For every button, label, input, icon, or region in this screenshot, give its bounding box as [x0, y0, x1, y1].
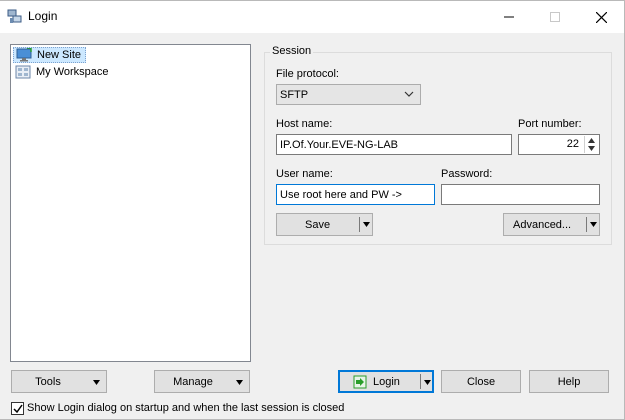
file-protocol-select[interactable]: SFTP: [276, 84, 421, 105]
minimize-button[interactable]: [486, 1, 532, 33]
maximize-button: [532, 1, 578, 33]
site-tree[interactable]: New Site My Workspace: [10, 44, 251, 362]
session-group-title: Session: [270, 45, 314, 57]
host-name-label: Host name:: [276, 118, 333, 130]
window-title: Login: [28, 9, 58, 23]
tree-item-label: My Workspace: [36, 66, 109, 78]
help-button[interactable]: Help: [529, 370, 609, 393]
tree-item-my-workspace[interactable]: My Workspace: [13, 64, 113, 80]
show-login-checkbox-label[interactable]: Show Login dialog on startup and when th…: [27, 402, 344, 414]
login-button[interactable]: Login: [338, 370, 434, 393]
login-dropdown-icon[interactable]: [423, 378, 432, 387]
save-button[interactable]: Save: [276, 213, 373, 236]
manage-dropdown-icon: [236, 380, 243, 385]
manage-button[interactable]: Manage: [154, 370, 250, 393]
title-bar[interactable]: Login: [0, 1, 624, 33]
password-label: Password:: [441, 168, 493, 180]
advanced-button-label: Advanced...: [513, 218, 572, 231]
monitor-icon: [16, 48, 32, 62]
checkmark-icon: [12, 404, 23, 413]
minimize-icon: [504, 16, 514, 18]
port-spinner[interactable]: [584, 136, 598, 153]
maximize-icon: [550, 12, 560, 22]
host-name-input[interactable]: IP.Of.Your.EVE-NG-LAB: [276, 134, 512, 155]
spin-down-icon[interactable]: [588, 146, 595, 152]
show-login-checkbox[interactable]: [11, 402, 24, 415]
workspace-icon: [15, 65, 31, 79]
port-number-value: 22: [566, 138, 579, 150]
login-button-label: Login: [373, 375, 400, 388]
spin-up-icon[interactable]: [588, 137, 595, 143]
tools-dropdown-icon: [93, 380, 100, 385]
close-icon: [595, 11, 607, 23]
close-button-label: Close: [466, 375, 496, 388]
login-icon: [353, 375, 367, 388]
manage-button-label: Manage: [173, 375, 213, 388]
close-window-button[interactable]: [578, 1, 624, 33]
user-name-input[interactable]: Use root here and PW ->: [276, 184, 435, 205]
winscp-app-icon: [7, 9, 23, 25]
port-number-label: Port number:: [518, 118, 582, 130]
password-input[interactable]: [441, 184, 600, 205]
close-button[interactable]: Close: [441, 370, 521, 393]
tools-button[interactable]: Tools: [11, 370, 107, 393]
file-protocol-label: File protocol:: [276, 68, 339, 80]
advanced-button[interactable]: Advanced...: [503, 213, 600, 236]
tools-button-label: Tools: [35, 375, 61, 388]
save-button-label: Save: [305, 218, 331, 231]
save-dropdown-icon[interactable]: [362, 220, 371, 229]
file-protocol-value: SFTP: [280, 88, 309, 101]
help-button-label: Help: [557, 375, 581, 388]
advanced-dropdown-icon[interactable]: [589, 220, 598, 229]
login-dialog: Login New Site My Workspace Session File…: [0, 0, 625, 420]
user-name-label: User name:: [276, 168, 333, 180]
tree-item-label: New Site: [37, 49, 82, 61]
tree-item-new-site[interactable]: New Site: [13, 47, 87, 63]
port-number-input[interactable]: 22: [518, 134, 600, 155]
chevron-down-icon: [404, 91, 414, 97]
